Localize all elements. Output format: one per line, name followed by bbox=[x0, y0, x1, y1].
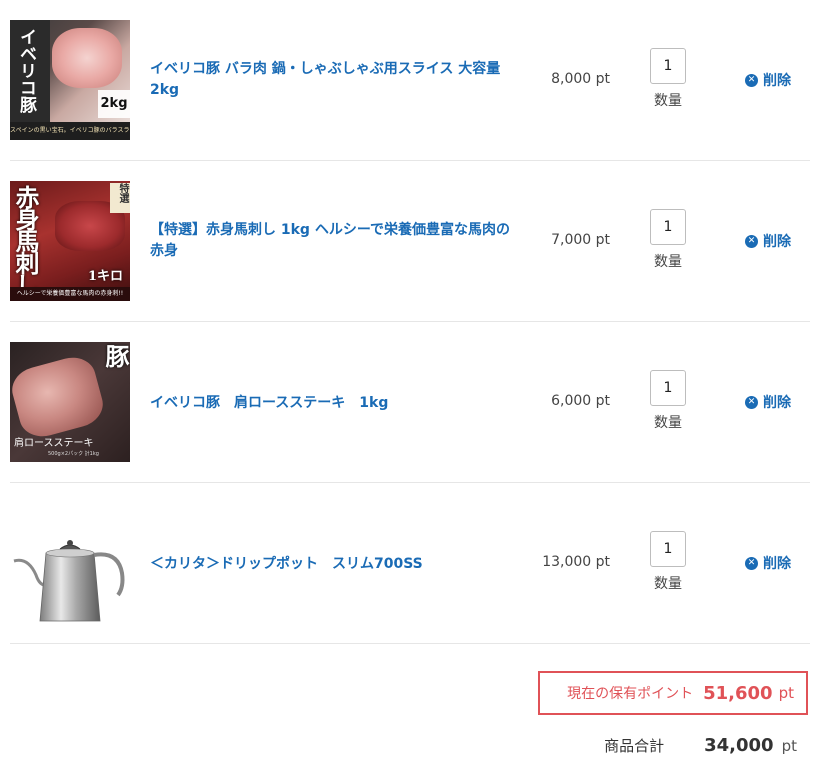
delete-button[interactable]: ✕ 削除 bbox=[745, 392, 791, 412]
cart-item-row: ＜カリタ＞ドリップポット スリム700SS 13,000 pt 1 数量 ✕ 削… bbox=[10, 483, 810, 644]
close-circle-icon: ✕ bbox=[745, 556, 758, 570]
quantity-input[interactable]: 1 bbox=[650, 531, 686, 567]
thumb-subcaption: 500g×2パック 計1kg bbox=[48, 451, 99, 457]
quantity-label: 数量 bbox=[654, 576, 682, 592]
delete-button[interactable]: ✕ 削除 bbox=[745, 70, 791, 90]
thumb-caption: スペインの黒い宝石。イベリコ豚のバラスライス bbox=[10, 122, 130, 140]
total-label: 商品合計 bbox=[604, 737, 665, 755]
product-thumbnail[interactable]: イベリコ豚 肩ロースステーキ 500g×2パック 計1kg bbox=[10, 342, 130, 462]
delete-label: 削除 bbox=[763, 73, 791, 89]
kettle-image bbox=[13, 540, 125, 622]
thumb-badge: 特選 bbox=[110, 183, 130, 213]
total-value: 34,000 bbox=[704, 735, 774, 756]
product-title-link[interactable]: イベリコ豚 バラ肉 鍋・しゃぶしゃぶ用スライス 大容量2kg bbox=[150, 59, 510, 101]
product-title-link[interactable]: 【特選】赤身馬刺し 1kg ヘルシーで栄養価豊富な馬肉の赤身 bbox=[150, 220, 510, 262]
product-thumbnail[interactable] bbox=[10, 503, 130, 623]
order-total: 商品合計 34,000 pt bbox=[604, 735, 797, 756]
cart-item-row: イベリコ豚 2kg スペインの黒い宝石。イベリコ豚のバラスライス イベリコ豚 バ… bbox=[10, 0, 810, 161]
delete-label: 削除 bbox=[763, 395, 791, 411]
thumb-label: 赤身馬刺し bbox=[11, 185, 40, 295]
quantity-label: 数量 bbox=[654, 254, 682, 270]
quantity-label: 数量 bbox=[654, 93, 682, 109]
cart-item-row: 赤身馬刺し 特選 1キロ ヘルシーで栄養価豊富な馬肉の赤身刺!! 【特選】赤身馬… bbox=[10, 161, 810, 322]
thumb-caption: ヘルシーで栄養価豊富な馬肉の赤身刺!! bbox=[10, 287, 130, 301]
thumb-caption: 肩ロースステーキ bbox=[14, 438, 94, 449]
product-price: 6,000 pt bbox=[551, 393, 610, 409]
total-unit: pt bbox=[781, 736, 797, 755]
product-price: 8,000 pt bbox=[551, 71, 610, 87]
close-circle-icon: ✕ bbox=[745, 234, 758, 248]
points-unit: pt bbox=[778, 684, 794, 702]
delete-label: 削除 bbox=[763, 556, 791, 572]
product-price: 13,000 pt bbox=[542, 554, 610, 570]
delete-button[interactable]: ✕ 削除 bbox=[745, 231, 791, 251]
delete-button[interactable]: ✕ 削除 bbox=[745, 553, 791, 573]
points-value: 51,600 bbox=[703, 682, 773, 704]
product-price: 7,000 pt bbox=[551, 232, 610, 248]
quantity-input[interactable]: 1 bbox=[650, 370, 686, 406]
quantity-label: 数量 bbox=[654, 415, 682, 431]
product-thumbnail[interactable]: イベリコ豚 2kg スペインの黒い宝石。イベリコ豚のバラスライス bbox=[10, 20, 130, 140]
product-thumbnail[interactable]: 赤身馬刺し 特選 1キロ ヘルシーで栄養価豊富な馬肉の赤身刺!! bbox=[10, 181, 130, 301]
close-circle-icon: ✕ bbox=[745, 395, 758, 409]
delete-label: 削除 bbox=[763, 234, 791, 250]
thumb-label: イベリコ豚 bbox=[101, 344, 130, 440]
points-label: 現在の保有ポイント bbox=[567, 686, 694, 702]
quantity-input[interactable]: 1 bbox=[650, 48, 686, 84]
thumb-label: イベリコ豚 bbox=[16, 28, 36, 113]
product-title-link[interactable]: イベリコ豚 肩ロースステーキ 1kg bbox=[150, 393, 510, 414]
thumb-badge: 2kg bbox=[98, 90, 130, 118]
quantity-input[interactable]: 1 bbox=[650, 209, 686, 245]
thumb-size: 1キロ bbox=[88, 269, 124, 284]
close-circle-icon: ✕ bbox=[745, 73, 758, 87]
current-points-box: 現在の保有ポイント 51,600 pt bbox=[538, 671, 808, 715]
cart-item-row: イベリコ豚 肩ロースステーキ 500g×2パック 計1kg イベリコ豚 肩ロース… bbox=[10, 322, 810, 483]
product-title-link[interactable]: ＜カリタ＞ドリップポット スリム700SS bbox=[150, 554, 510, 575]
